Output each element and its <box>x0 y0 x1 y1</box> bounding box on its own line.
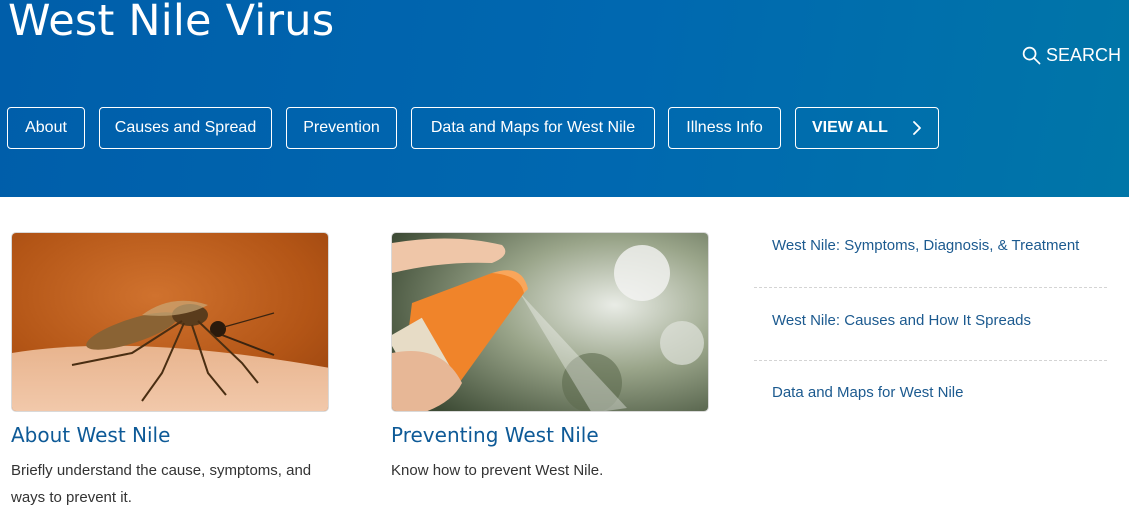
nav-illness-info-button[interactable]: Illness Info <box>668 107 781 149</box>
view-all-label: VIEW ALL <box>812 119 888 136</box>
link-causes-spreads[interactable]: West Nile: Causes and How It Spreads <box>754 288 1107 360</box>
card-description: Know how to prevent West Nile. <box>391 462 604 479</box>
chevron-right-icon <box>913 121 921 135</box>
nav-about-button[interactable]: About <box>7 107 85 149</box>
spray-illustration <box>392 233 708 411</box>
nav-data-maps-button[interactable]: Data and Maps for West Nile <box>411 107 655 149</box>
link-data-maps[interactable]: Data and Maps for West Nile <box>754 361 1107 406</box>
card-description: Briefly understand the cause, symptoms, … <box>11 462 312 506</box>
nav-prevention-button[interactable]: Prevention <box>286 107 397 149</box>
view-all-button[interactable]: VIEW ALL <box>795 107 939 149</box>
nav-causes-spread-button[interactable]: Causes and Spread <box>99 107 272 149</box>
card-preventing-west-nile: Preventing West Nile Know how to prevent… <box>391 232 709 484</box>
mosquito-illustration <box>12 233 328 411</box>
search-label: SEARCH <box>1045 45 1121 65</box>
page-header: West Nile Virus SEARCH About Causes and … <box>0 0 1129 197</box>
page-title: West Nile Virus <box>8 0 335 46</box>
insect-repellent-spray-photo[interactable] <box>391 232 709 412</box>
mosquito-photo[interactable] <box>11 232 329 412</box>
link-symptoms-diagnosis-treatment[interactable]: West Nile: Symptoms, Diagnosis, & Treatm… <box>754 232 1107 287</box>
card-title[interactable]: About West Nile <box>11 423 329 447</box>
search-icon <box>1022 46 1041 65</box>
related-links: West Nile: Symptoms, Diagnosis, & Treatm… <box>754 232 1107 406</box>
search-button[interactable]: SEARCH <box>1022 45 1121 66</box>
card-about-west-nile: About West Nile Briefly understand the c… <box>11 232 329 511</box>
card-title[interactable]: Preventing West Nile <box>391 423 709 447</box>
